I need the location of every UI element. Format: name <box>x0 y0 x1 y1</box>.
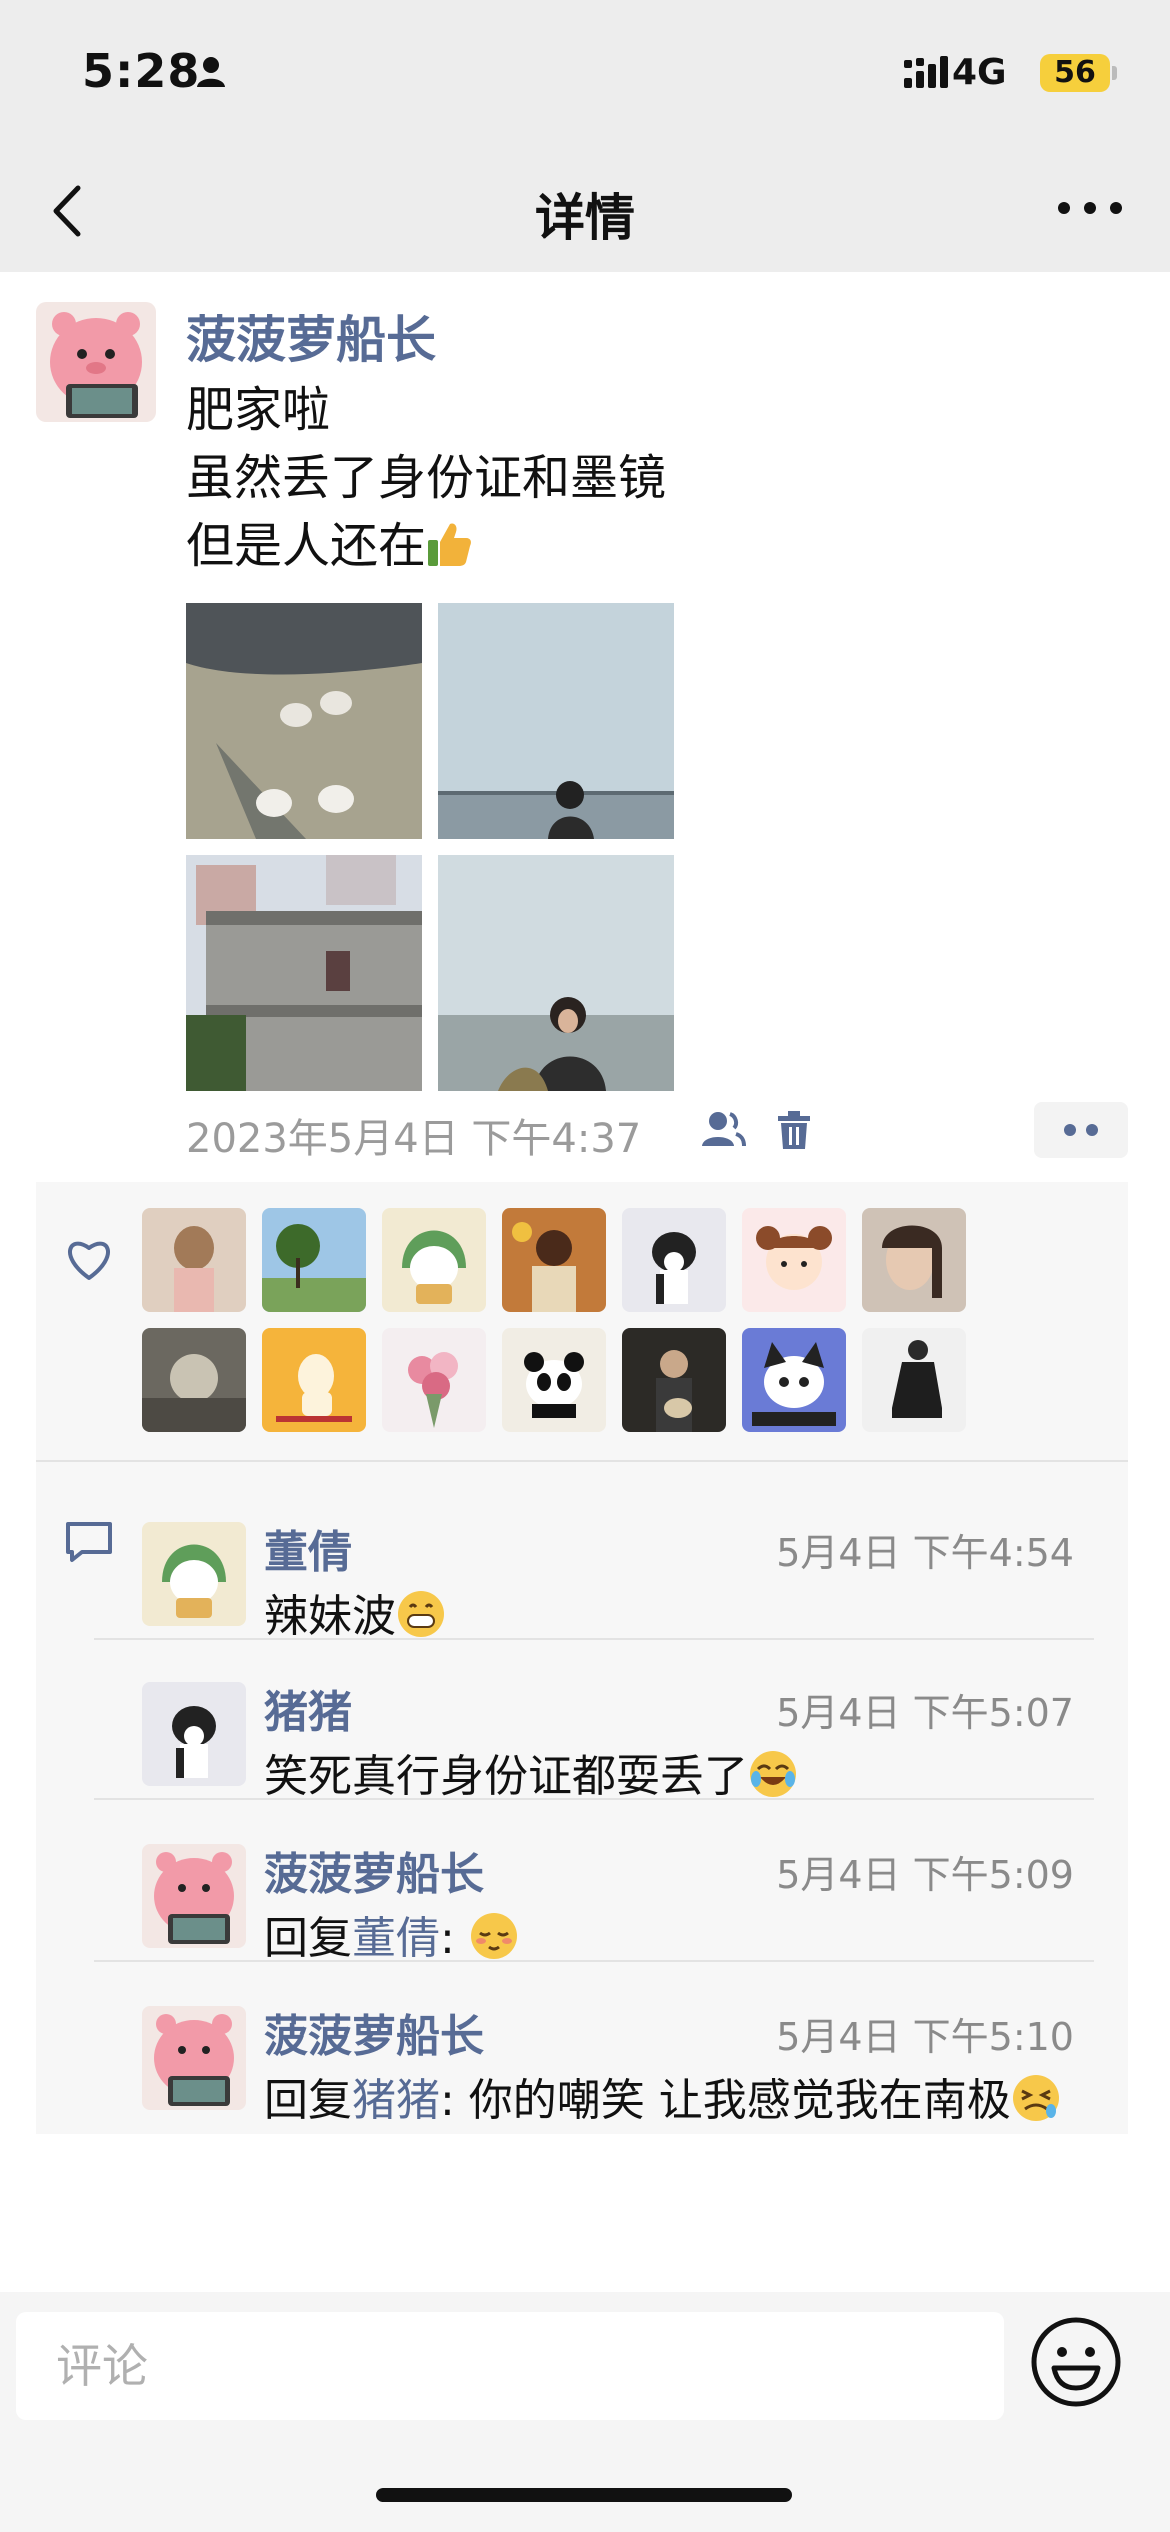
commenter-name[interactable]: 菠菠萝船长 <box>264 1838 484 1902</box>
comment-text-row: 回复董倩: <box>264 1902 519 1966</box>
comment-text-row: 辣妹波 <box>264 1580 446 1644</box>
cold-sweat-emoji-icon <box>1012 2075 1059 2121</box>
post-line-3: 但是人还在 <box>186 518 427 574</box>
commenter-avatar[interactable] <box>142 2006 246 2110</box>
post-text: 肥家啦 虽然丢了身份证和墨镜 但是人还在 <box>186 376 666 580</box>
sea-girl-front-photo[interactable] <box>438 855 674 1091</box>
reply-prefix: 回复 <box>264 2075 352 2126</box>
liker-avatar[interactable] <box>502 1208 606 1312</box>
home-indicator[interactable] <box>376 2488 792 2502</box>
commenter-name[interactable]: 猪猪 <box>264 1676 352 1740</box>
network-type: 4G <box>952 52 1007 93</box>
liker-avatar[interactable] <box>742 1328 846 1432</box>
page-title: 详情 <box>535 189 635 247</box>
commenter-name[interactable]: 菠菠萝船长 <box>264 2000 484 2064</box>
liker-avatar[interactable] <box>502 1328 606 1432</box>
liker-avatar[interactable] <box>742 1208 846 1312</box>
reply-prefix: 回复 <box>264 1913 352 1964</box>
author-avatar[interactable] <box>36 302 156 422</box>
comment-text: 笑死真行身份证都耍丢了 <box>264 1751 748 1802</box>
liker-avatar[interactable] <box>862 1208 966 1312</box>
liker-avatar[interactable] <box>382 1208 486 1312</box>
liker-avatar[interactable] <box>142 1208 246 1312</box>
comment-time: 5月4日 下午4:54 <box>776 1531 1074 1575</box>
laugh-cry-emoji-icon <box>750 1751 796 1797</box>
comment-text-row: 笑死真行身份证都耍丢了 <box>264 1740 798 1804</box>
shy-emoji-icon <box>470 1913 517 1959</box>
liker-avatar[interactable] <box>622 1328 726 1432</box>
post-line-1: 肥家啦 <box>186 382 331 438</box>
comment-item[interactable]: 董倩 5月4日 下午4:54 辣妹波 <box>142 1522 1102 1672</box>
sea-girl-back-photo[interactable] <box>438 603 674 839</box>
trash-icon[interactable] <box>776 1110 812 1150</box>
comment-time: 5月4日 下午5:09 <box>776 1853 1074 1897</box>
comment-item[interactable]: 菠菠萝船长 5月4日 下午5:09 回复董倩: <box>142 1844 1102 1994</box>
sand-feet-photo[interactable] <box>186 603 422 839</box>
liker-avatar[interactable] <box>622 1208 726 1312</box>
interaction-panel: 董倩 5月4日 下午4:54 辣妹波 猪猪 5月4日 下午5:07 笑死真行身份… <box>36 1182 1128 2134</box>
comment-item[interactable]: 猪猪 5月4日 下午5:07 笑死真行身份证都耍丢了 <box>142 1682 1102 1832</box>
comment-time: 5月4日 下午5:10 <box>776 2015 1074 2059</box>
comment-text: : 你的嘲笑 让我感觉我在南极 <box>440 2075 1011 2126</box>
privacy-icon[interactable] <box>700 1110 746 1148</box>
emoji-icon[interactable] <box>1026 2312 1126 2412</box>
comment-text-row: 回复猪猪: 你的嘲笑 让我感觉我在南极 <box>264 2064 1061 2128</box>
post-timestamp: 2023年5月4日 下午4:37 <box>186 1116 642 1162</box>
more-actions-button[interactable] <box>1034 1102 1128 1158</box>
heart-icon <box>68 1241 110 1280</box>
comment-input[interactable] <box>16 2312 1004 2420</box>
battery-level: 56 <box>1040 54 1110 92</box>
panel-divider <box>36 1460 1128 1462</box>
commenter-avatar[interactable] <box>142 1522 246 1626</box>
comment-divider <box>94 1638 1094 1640</box>
battery-cap <box>1112 66 1117 80</box>
person-icon <box>197 57 225 87</box>
comment-icon <box>66 1522 112 1562</box>
liker-avatar[interactable] <box>862 1328 966 1432</box>
liker-avatar[interactable] <box>262 1328 366 1432</box>
comment-time: 5月4日 下午5:07 <box>776 1691 1074 1735</box>
reply-target[interactable]: 猪猪 <box>352 2075 440 2126</box>
nav-bar: 详情 <box>0 150 1170 272</box>
comment-item[interactable]: 菠菠萝船长 5月4日 下午5:10 回复猪猪: 你的嘲笑 让我感觉我在南极 <box>142 2006 1102 2156</box>
comment-text: 辣妹波 <box>264 1591 396 1642</box>
reply-target[interactable]: 董倩 <box>352 1913 440 1964</box>
commenter-avatar[interactable] <box>142 1844 246 1948</box>
post-author[interactable]: 菠菠萝船长 <box>186 300 436 372</box>
liker-avatar[interactable] <box>382 1328 486 1432</box>
comment-divider <box>94 1798 1094 1800</box>
old-building-photo[interactable] <box>186 855 422 1091</box>
status-bar: 5:28 4G 56 <box>0 0 1170 150</box>
thumbs-up-icon <box>428 523 471 566</box>
more-icon[interactable] <box>1050 178 1130 238</box>
comment-divider <box>94 1960 1094 1962</box>
liker-avatar[interactable] <box>142 1328 246 1432</box>
liker-avatar[interactable] <box>262 1208 366 1312</box>
signal-icon <box>904 56 948 88</box>
post-line-2: 虽然丢了身份证和墨镜 <box>186 450 667 506</box>
grin-emoji-icon <box>398 1591 444 1637</box>
comment-text: : <box>440 1913 455 1964</box>
commenter-avatar[interactable] <box>142 1682 246 1786</box>
status-time: 5:28 <box>82 44 201 98</box>
commenter-name[interactable]: 董倩 <box>264 1516 352 1580</box>
